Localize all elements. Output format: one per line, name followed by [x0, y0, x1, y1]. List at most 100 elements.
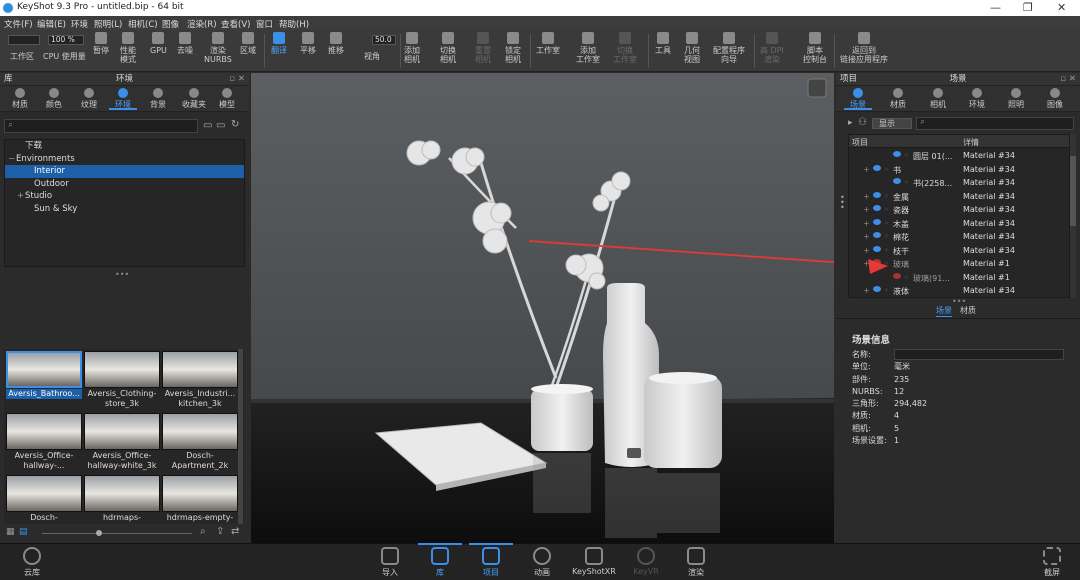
scene-name-input[interactable]: [894, 349, 1064, 360]
environment-thumbnail[interactable]: Aversis_Bathroo...: [6, 351, 82, 411]
scene-tree-row[interactable]: + ◦ 液体 Material #34: [849, 284, 1069, 297]
tab-models[interactable]: 模型: [213, 88, 241, 109]
visibility-eye-icon[interactable]: [893, 272, 901, 279]
screenshot-button[interactable]: 截屏: [1032, 547, 1072, 578]
environment-thumbnail[interactable]: Aversis_Clothing- store_3k: [84, 351, 160, 411]
tab-favorites[interactable]: 收藏夹: [178, 88, 210, 109]
expand-icon[interactable]: +: [863, 205, 870, 214]
environment-thumbnail[interactable]: Aversis_Industri... kitchen_3k: [162, 351, 238, 411]
keyshotxr-button[interactable]: KeyShotXR: [570, 547, 618, 576]
tree-item[interactable]: 下载: [5, 140, 244, 153]
search-icon[interactable]: ⌕: [200, 526, 206, 537]
cloud-library-button[interactable]: 云库: [12, 547, 52, 578]
thumbnail-scrollbar[interactable]: [238, 349, 243, 529]
tab-lighting[interactable]: 照明: [1002, 88, 1030, 109]
menu-help[interactable]: 帮助(H): [279, 18, 309, 30]
show-dropdown[interactable]: 显示: [872, 118, 912, 129]
tree-expander-icon[interactable]: −: [8, 153, 16, 166]
scene-tree-row[interactable]: + ◦ 金属 Material #34: [849, 190, 1069, 204]
tab-scene[interactable]: 场景: [844, 88, 872, 110]
slider-handle[interactable]: [96, 530, 102, 536]
scene-search-input[interactable]: ⌕: [916, 117, 1074, 130]
scene-tree-row[interactable]: + ◦ 木盖 Material #34: [849, 217, 1069, 231]
thumbnail-size-slider[interactable]: [42, 533, 192, 534]
visibility-eye-icon[interactable]: [873, 232, 881, 238]
menu-lighting[interactable]: 照明(L): [94, 18, 122, 30]
menu-window[interactable]: 窗口: [256, 18, 273, 30]
visibility-eye-icon[interactable]: [893, 151, 901, 157]
tab-colors[interactable]: 颜色: [40, 88, 68, 109]
animation-button[interactable]: 动画: [522, 547, 562, 578]
visibility-eye-icon[interactable]: [873, 191, 881, 198]
library-search-input[interactable]: ⌕: [4, 119, 198, 133]
expand-icon[interactable]: +: [863, 232, 870, 241]
float-panel-icon[interactable]: ▫: [1060, 73, 1066, 86]
expand-icon[interactable]: +: [863, 219, 870, 228]
environment-thumbnail[interactable]: Aversis_Office- hallway-white_3k: [84, 413, 160, 473]
close-panel-icon[interactable]: ✕: [238, 73, 245, 86]
workspace-field[interactable]: [8, 35, 40, 45]
add-folder-icon[interactable]: ▭: [216, 120, 225, 131]
lock-camera-button[interactable]: 锁定 相机: [505, 32, 521, 64]
switch-camera-button[interactable]: 切换 相机: [440, 32, 456, 64]
visibility-eye-icon[interactable]: [873, 286, 881, 292]
subtab-material[interactable]: 材质: [960, 305, 976, 316]
viewport-overlay-icon[interactable]: [807, 78, 827, 98]
visibility-eye-icon[interactable]: [873, 218, 881, 225]
environment-thumbnail[interactable]: Aversis_Office- hallway-...: [6, 413, 82, 473]
high-dpi-render-button[interactable]: 高 DPI 渲染: [760, 32, 784, 64]
menu-environment[interactable]: 环境: [71, 18, 88, 30]
switch-studio-button[interactable]: 切换 工作室: [613, 32, 637, 64]
minimize-button[interactable]: —: [990, 1, 1001, 14]
scene-tools-icon[interactable]: ⚇: [858, 117, 867, 128]
tab-backplates[interactable]: 背景: [144, 88, 172, 109]
scene-tree-row[interactable]: + ◦ 书 Material #34: [849, 163, 1069, 177]
gpu-button[interactable]: GPU: [150, 32, 167, 55]
expand-icon[interactable]: +: [863, 286, 870, 295]
workspace-button[interactable]: 工作区: [10, 52, 34, 61]
tree-item[interactable]: Outdoor: [5, 178, 244, 191]
menu-edit[interactable]: 编辑(E): [37, 18, 66, 30]
render-nurbs-button[interactable]: 渲染 NURBS: [204, 32, 232, 64]
menu-image[interactable]: 图像: [162, 18, 179, 30]
menu-file[interactable]: 文件(F): [4, 18, 33, 30]
geometry-view-button[interactable]: 几何 视图: [684, 32, 700, 64]
expand-icon[interactable]: +: [863, 192, 870, 201]
performance-mode-button[interactable]: 性能 模式: [120, 32, 136, 64]
tree-item[interactable]: Sun & Sky: [5, 203, 244, 216]
cpu-usage-field[interactable]: 100 %: [48, 35, 84, 45]
visibility-eye-icon[interactable]: [873, 205, 881, 211]
tab-image[interactable]: 图像: [1041, 88, 1069, 109]
share-icon[interactable]: ⇄: [231, 526, 239, 537]
environment-thumbnail[interactable]: Dosch- Apartment_2k: [162, 413, 238, 473]
cpu-usage-button[interactable]: CPU 使用量: [43, 52, 86, 61]
render-viewport[interactable]: [251, 73, 834, 543]
render-button[interactable]: 渲染: [676, 547, 716, 578]
script-console-button[interactable]: 脚本 控制台: [803, 32, 827, 64]
close-button[interactable]: ✕: [1057, 1, 1066, 14]
tools-button[interactable]: 工具: [655, 32, 671, 55]
region-button[interactable]: 区域: [240, 32, 256, 55]
import-button[interactable]: 导入: [370, 547, 410, 578]
scene-tree-row[interactable]: + ◦ 棉花 Material #34: [849, 230, 1069, 244]
project-button[interactable]: 项目: [469, 543, 513, 578]
tab-textures[interactable]: 纹理: [75, 88, 103, 109]
float-panel-icon[interactable]: ▫: [229, 73, 235, 86]
expand-arrow-icon[interactable]: ▸: [848, 118, 853, 128]
denoise-button[interactable]: 去噪: [177, 32, 193, 55]
side-splitter-handle[interactable]: • • •: [840, 194, 845, 212]
studio-button[interactable]: 工作室: [536, 32, 560, 55]
add-studio-button[interactable]: 添加 工作室: [576, 32, 600, 64]
tab-material[interactable]: 材质: [884, 88, 912, 109]
scene-tree-row[interactable]: ◦ 圆层 01(... Material #34: [849, 149, 1069, 163]
tab-camera[interactable]: 相机: [924, 88, 952, 109]
tree-item[interactable]: −Environments: [5, 153, 244, 166]
scene-tree-row[interactable]: ◦ 书(2258... Material #34: [849, 176, 1069, 190]
tree-item[interactable]: +Studio: [5, 190, 244, 203]
tree-expander-icon[interactable]: +: [17, 190, 25, 203]
add-camera-button[interactable]: 添加 相机: [404, 32, 420, 64]
maximize-button[interactable]: ❐: [1023, 1, 1033, 14]
splitter-handle[interactable]: •••: [115, 270, 129, 279]
upload-icon[interactable]: ⇪: [216, 526, 224, 537]
keyvr-button[interactable]: KeyVR: [626, 547, 666, 576]
